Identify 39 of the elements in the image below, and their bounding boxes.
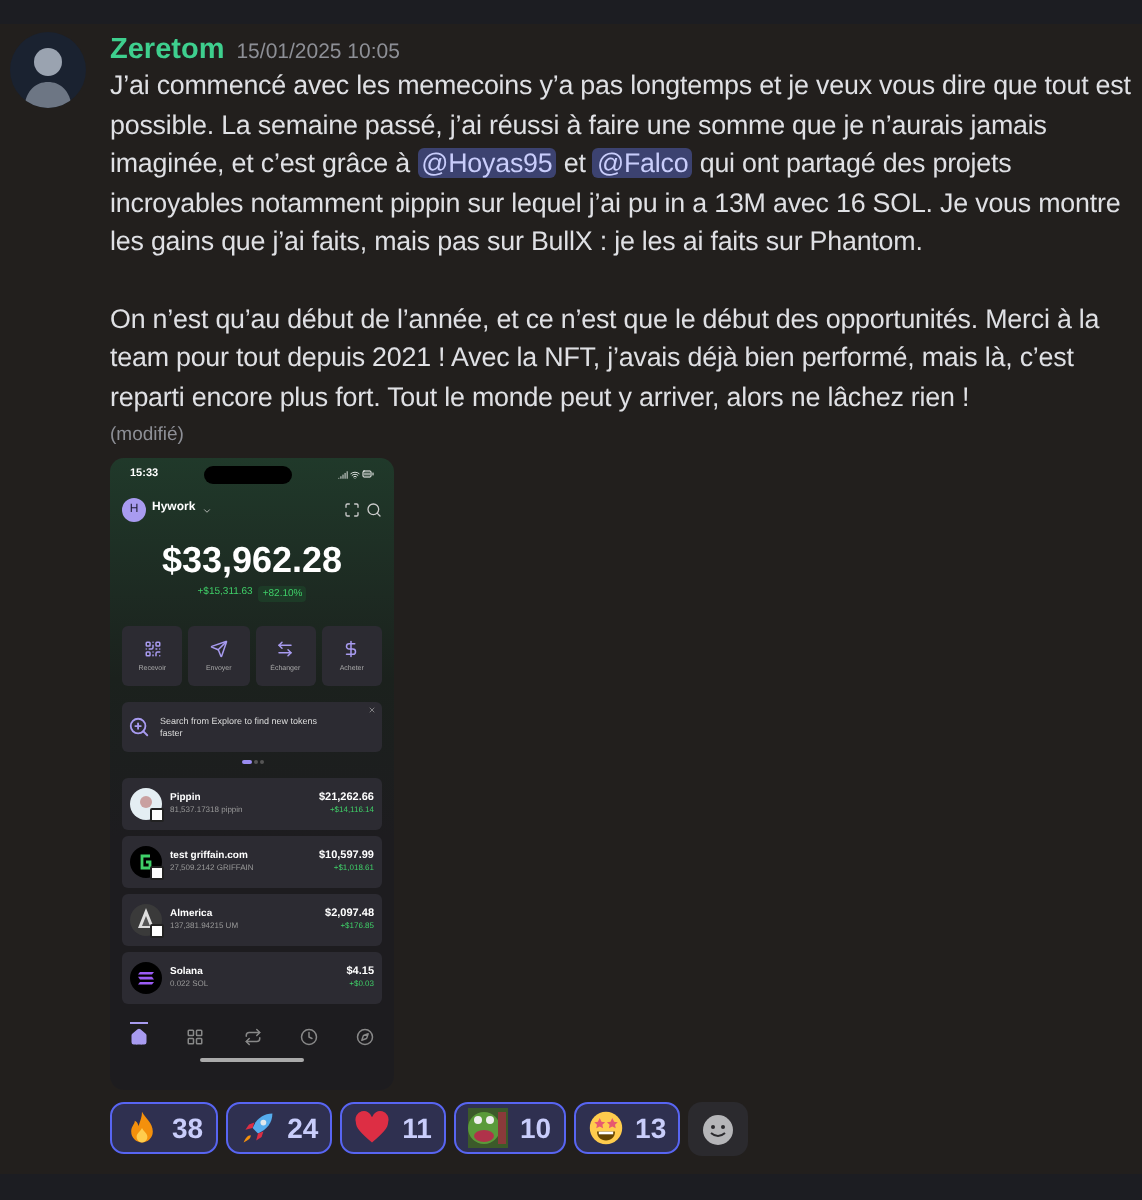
heart-icon	[354, 1110, 391, 1146]
star-eyes-face-icon	[587, 1110, 624, 1146]
solana-logo-icon	[130, 962, 162, 994]
reaction-button[interactable]: 24	[225, 1102, 333, 1154]
smiley-icon	[702, 1113, 735, 1145]
nav-tab[interactable]	[130, 1022, 148, 1046]
compass-icon[interactable]	[356, 1028, 374, 1046]
swap-icon[interactable]	[243, 1028, 261, 1046]
message-text: J’ai commencé avec les memecoins y’a pas longtemps et je veux vous dire que tout est possible. La semaine passé, j’ai réussi à faire une somme que je n’aurais jamais imaginée, et c’est grâce à @Hoyas95 et @Falco qui ont partagé des projets incroyables notamment pippin sur lequel j’ai pu in a 13M avec 16 SOL. Je vous montre les gains que j’ai faits, mais pas sur BullX : je les ai faits sur Phantom.	[110, 68, 1133, 260]
reaction-button[interactable]: 38	[110, 1102, 218, 1154]
user-mention[interactable]: @Hoyas95	[417, 148, 557, 178]
status-icons	[337, 468, 374, 480]
dynamic-island	[204, 465, 293, 483]
reaction-button[interactable]: 13	[573, 1102, 681, 1154]
add-reaction-button[interactable]	[688, 1102, 749, 1156]
reaction-button[interactable]: 10	[453, 1102, 566, 1154]
clock-icon[interactable]	[299, 1028, 318, 1046]
search-icon[interactable]	[366, 502, 382, 518]
chevron-down-icon[interactable]	[201, 505, 212, 515]
grid-icon[interactable]	[186, 1028, 205, 1046]
author-name[interactable]: Zeretom	[110, 34, 225, 66]
user-avatar[interactable]	[10, 32, 86, 108]
message-timestamp: 15/01/2025 10:05	[236, 40, 400, 64]
reaction-button[interactable]: 11	[340, 1102, 446, 1154]
qr-code-icon	[143, 639, 162, 658]
zoom-icon	[128, 716, 150, 738]
scan-icon[interactable]	[344, 502, 360, 518]
user-mention[interactable]: @Falco	[592, 148, 693, 178]
swap-icon	[276, 639, 295, 658]
frog-emoji	[467, 1108, 508, 1148]
message-text: On n’est qu’au début de l’année, et ce n’est que le début des opportunités. Merci à la team pour tout depuis 2021 ! Avec la NFT, j’avais déjà bien performé, mais là, c’est reparti encore plus fort. Tout le monde peut y arriver, alors ne lâchez rien !	[110, 301, 1102, 416]
dollar-icon	[342, 639, 361, 658]
edited-label: (modifié)	[110, 424, 184, 446]
home-indicator	[200, 1058, 304, 1062]
wallet-screenshot[interactable]	[110, 458, 394, 1090]
rocket-icon	[239, 1110, 276, 1146]
send-icon	[209, 639, 228, 658]
home-icon[interactable]	[130, 1028, 148, 1046]
balance-amount: $33,962.28	[159, 540, 345, 582]
